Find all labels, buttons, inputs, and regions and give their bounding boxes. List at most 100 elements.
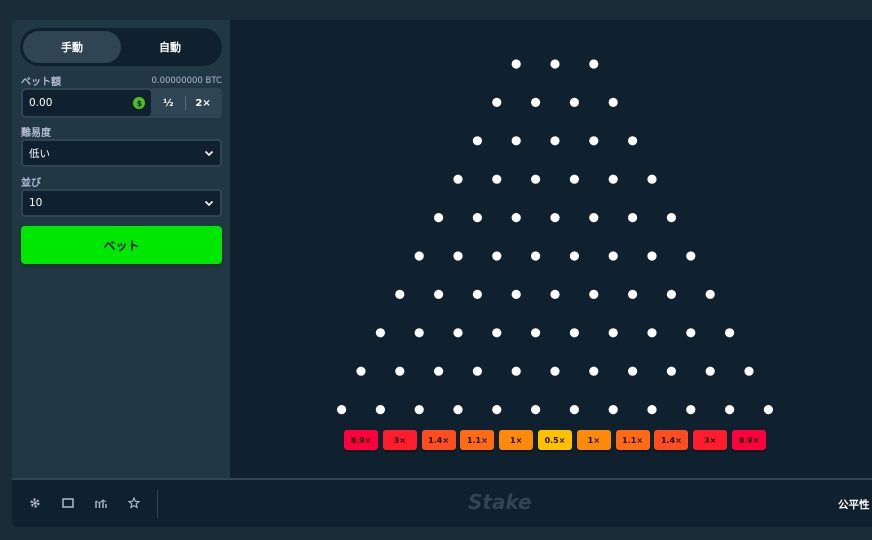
- difficulty-label: 難易度: [21, 128, 51, 139]
- multiplier-bucket: 1×: [499, 430, 534, 450]
- peg: [531, 251, 541, 261]
- peg: [647, 251, 657, 261]
- peg: [531, 174, 541, 184]
- peg: [492, 405, 502, 415]
- rows-label: 並び: [21, 178, 41, 189]
- peg: [569, 328, 579, 338]
- peg: [647, 405, 657, 415]
- bet-button[interactable]: ベット: [21, 226, 222, 264]
- peg: [705, 289, 715, 299]
- multiplier-bucket: 1.4×: [654, 430, 689, 450]
- peg: [608, 174, 618, 184]
- peg: [375, 405, 385, 415]
- fairness-link[interactable]: 公平性: [838, 497, 870, 512]
- peg: [666, 289, 676, 299]
- peg: [511, 366, 521, 376]
- star-icon[interactable]: [125, 494, 143, 512]
- peg: [647, 174, 657, 184]
- peg: [725, 405, 735, 415]
- multiplier-bucket: 1.1×: [615, 430, 650, 450]
- peg: [492, 328, 502, 338]
- peg: [550, 136, 560, 146]
- peg: [550, 366, 560, 376]
- multiplier-bucket: 3×: [693, 430, 728, 450]
- peg: [511, 213, 521, 223]
- peg: [569, 174, 579, 184]
- balance-text: 0.00000000 BTC: [151, 75, 222, 86]
- double-bet-button[interactable]: 2×: [186, 90, 220, 116]
- bet-amount-group: 0.00 $ ½ 2×: [21, 88, 222, 118]
- half-bet-button[interactable]: ½: [151, 90, 185, 116]
- sidebar: 手動 自動 ベット額 0.00000000 BTC 0.00 $ ½ 2× 難易…: [12, 20, 230, 480]
- peg: [628, 136, 638, 146]
- peg: [686, 405, 696, 415]
- peg: [628, 366, 638, 376]
- footer-bar: Stake 公平性: [12, 478, 872, 527]
- peg: [414, 328, 424, 338]
- tab-auto[interactable]: 自動: [121, 31, 219, 63]
- bet-amount-input[interactable]: 0.00 $: [23, 90, 152, 116]
- peg: [763, 405, 774, 415]
- peg: [453, 251, 463, 261]
- peg: [395, 289, 405, 299]
- mode-switch: 手動 自動: [20, 28, 222, 66]
- peg: [531, 328, 541, 338]
- rows-select[interactable]: 10: [21, 189, 222, 217]
- peg: [589, 59, 599, 69]
- difficulty-value: 低い: [29, 147, 50, 160]
- difficulty-label-row: 難易度: [21, 124, 222, 139]
- stats-icon[interactable]: [92, 494, 110, 512]
- peg: [375, 328, 385, 338]
- peg: [492, 174, 502, 184]
- multiplier-bucket: 0.5×: [538, 430, 572, 450]
- chevron-down-icon: [204, 200, 214, 207]
- peg: [395, 366, 405, 376]
- peg: [492, 97, 502, 107]
- peg: [434, 289, 444, 299]
- peg: [511, 59, 521, 69]
- difficulty-select[interactable]: 低い: [21, 139, 222, 167]
- peg: [589, 366, 599, 376]
- settings-icon[interactable]: [26, 494, 44, 512]
- peg: [337, 405, 347, 415]
- bet-amount-label: ベット額: [21, 77, 61, 88]
- peg: [666, 213, 676, 223]
- footer-divider: [157, 490, 158, 518]
- peg: [608, 251, 618, 261]
- multiplier-bucket: 8.9×: [344, 430, 378, 450]
- fullscreen-icon[interactable]: [59, 494, 77, 512]
- peg: [492, 251, 502, 261]
- multiplier-bucket: 1×: [576, 430, 611, 450]
- bitcoin-coin-icon: $: [133, 97, 146, 109]
- peg: [472, 289, 482, 299]
- peg-field: [337, 59, 774, 415]
- peg: [550, 213, 560, 223]
- peg: [628, 289, 638, 299]
- peg: [744, 366, 754, 376]
- rows-value: 10: [29, 197, 43, 209]
- peg: [686, 251, 696, 261]
- peg: [531, 97, 541, 107]
- peg: [453, 405, 463, 415]
- multiplier-bucket: 1.4×: [421, 430, 456, 450]
- peg: [589, 136, 599, 146]
- peg: [569, 405, 579, 415]
- peg: [453, 174, 463, 184]
- multiplier-bucket: 8.9×: [732, 430, 766, 450]
- peg: [453, 328, 463, 338]
- peg: [531, 405, 541, 415]
- peg: [666, 366, 676, 376]
- peg: [472, 366, 482, 376]
- peg: [628, 213, 638, 223]
- tab-manual[interactable]: 手動: [23, 31, 121, 63]
- peg: [705, 366, 715, 376]
- game-frame: 手動 自動 ベット額 0.00000000 BTC 0.00 $ ½ 2× 難易…: [12, 20, 872, 527]
- bet-amount-label-row: ベット額 0.00000000 BTC: [21, 73, 222, 89]
- peg: [686, 328, 696, 338]
- peg: [414, 251, 424, 261]
- peg: [472, 213, 482, 223]
- stake-logo: Stake: [468, 490, 532, 514]
- peg: [434, 213, 444, 223]
- peg: [434, 366, 444, 376]
- peg: [647, 328, 657, 338]
